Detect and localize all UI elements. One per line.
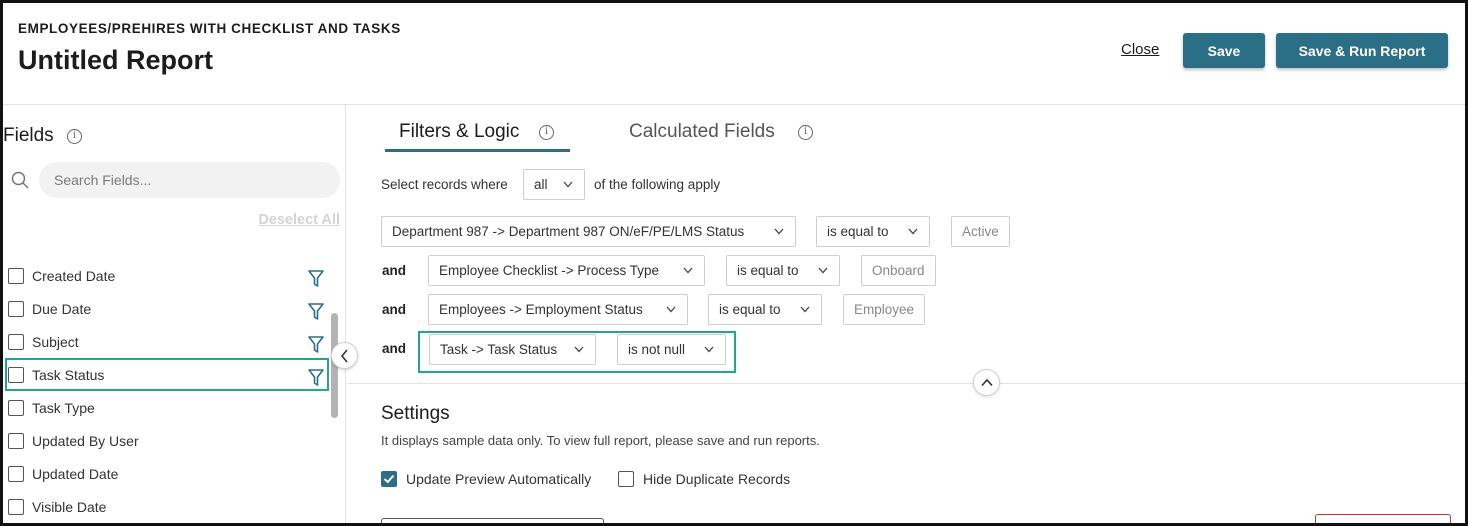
field-label: Task Type [32, 400, 95, 416]
info-icon[interactable]: i [539, 125, 554, 140]
hide-duplicates-checkbox[interactable] [618, 471, 634, 487]
filter-operator-value: is equal to [737, 263, 799, 278]
field-item-due-date[interactable]: Due Date [3, 293, 333, 326]
field-item-task-type[interactable]: Task Type [3, 392, 333, 425]
chevron-down-icon [774, 228, 784, 235]
field-checkbox[interactable] [8, 466, 24, 482]
fields-title: Fields [3, 125, 54, 146]
fields-panel: Fields i Deselect All Created Date Due D… [3, 105, 358, 523]
and-connector: and [382, 263, 407, 278]
tab-filters-logic[interactable]: Filters & Logic [399, 121, 519, 143]
field-label: Due Date [32, 301, 92, 317]
chevron-down-icon [574, 346, 584, 353]
filter-operator-value: is equal to [719, 302, 781, 317]
match-mode-select[interactable]: all [523, 169, 585, 200]
search-bar [3, 162, 340, 198]
report-builder-window: EMPLOYEES/PREHIRES WITH CHECKLIST AND TA… [0, 0, 1468, 526]
match-mode-value: all [534, 177, 548, 192]
field-label: Updated Date [32, 466, 119, 482]
action-button-partial[interactable] [1315, 514, 1451, 523]
chevron-down-icon [666, 306, 676, 313]
save-button[interactable]: Save [1183, 33, 1265, 68]
settings-title: Settings [381, 403, 450, 424]
chevron-down-icon [683, 267, 693, 274]
chevron-down-icon [800, 306, 810, 313]
filter-field-value: Department 987 -> Department 987 ON/eF/P… [392, 224, 745, 239]
info-icon[interactable]: i [67, 129, 82, 144]
filter-operator-select[interactable]: is not null [617, 334, 726, 365]
filter-icon[interactable] [308, 336, 324, 354]
chevron-up-icon [981, 378, 993, 387]
page-title[interactable]: Untitled Report [18, 45, 213, 76]
field-item-updated-by-user[interactable]: Updated By User [3, 425, 333, 458]
header-bar: EMPLOYEES/PREHIRES WITH CHECKLIST AND TA… [3, 3, 1465, 105]
field-item-subject[interactable]: Subject [3, 326, 333, 359]
filter-operator-select[interactable]: is equal to [816, 216, 930, 247]
field-label: Updated By User [32, 433, 139, 449]
settings-description: It displays sample data only. To view fu… [381, 433, 820, 448]
field-item-visible-date[interactable]: Visible Date [3, 491, 333, 523]
filter-icon[interactable] [308, 369, 324, 387]
field-item-created-date[interactable]: Created Date [3, 260, 333, 293]
filter-operator-value: is not null [628, 342, 686, 357]
deselect-all-link[interactable]: Deselect All [258, 212, 340, 228]
update-preview-label: Update Preview Automatically [406, 471, 592, 487]
close-link[interactable]: Close [1121, 41, 1159, 58]
filter-value-field[interactable]: Active [951, 216, 1010, 247]
collapse-filters-button[interactable] [973, 369, 1000, 396]
hide-duplicates-label: Hide Duplicate Records [643, 471, 791, 487]
search-icon [11, 171, 29, 189]
filter-field-value: Employees -> Employment Status [439, 302, 643, 317]
save-and-run-button[interactable]: Save & Run Report [1276, 33, 1448, 68]
filter-value-field[interactable]: Onboard [861, 255, 936, 286]
filter-value-field[interactable]: Employee [843, 294, 926, 325]
section-divider [347, 383, 1465, 384]
view-toggle-partial[interactable] [381, 518, 604, 523]
field-checkbox[interactable] [8, 334, 24, 350]
field-item-updated-date[interactable]: Updated Date [3, 458, 333, 491]
main-panel: Filters & Logic i Calculated Fields i Se… [347, 105, 1465, 523]
search-fields-input[interactable] [39, 162, 340, 198]
field-checkbox[interactable] [8, 367, 24, 383]
active-tab-indicator [385, 149, 570, 152]
filter-operator-select[interactable]: is equal to [726, 255, 840, 286]
filter-icon[interactable] [308, 270, 324, 288]
filter-field-value: Employee Checklist -> Process Type [439, 263, 659, 278]
filter-operator-select[interactable]: is equal to [708, 294, 822, 325]
field-label: Subject [32, 334, 79, 350]
chevron-down-icon [818, 267, 828, 274]
filter-field-value: Task -> Task Status [440, 342, 558, 357]
filter-field-select[interactable]: Task -> Task Status [429, 334, 596, 365]
filter-operator-value: is equal to [827, 224, 889, 239]
info-icon[interactable]: i [798, 125, 813, 140]
field-label: Task Status [32, 367, 105, 383]
chevron-down-icon [563, 181, 573, 188]
filter-field-select[interactable]: Employee Checklist -> Process Type [428, 255, 705, 286]
field-checkbox[interactable] [8, 400, 24, 416]
checkmark-icon [383, 474, 395, 484]
tab-calculated-fields[interactable]: Calculated Fields [629, 121, 775, 143]
update-preview-checkbox[interactable] [381, 471, 397, 487]
filter-field-select[interactable]: Department 987 -> Department 987 ON/eF/P… [381, 216, 796, 247]
chevron-down-icon [704, 346, 714, 353]
field-checkbox[interactable] [8, 301, 24, 317]
field-checkbox[interactable] [8, 499, 24, 515]
field-label: Created Date [32, 268, 116, 284]
field-checkbox[interactable] [8, 433, 24, 449]
filter-icon[interactable] [308, 303, 324, 321]
select-prefix-text: Select records where [381, 177, 508, 192]
select-suffix-text: of the following apply [594, 177, 721, 192]
field-label: Visible Date [32, 499, 107, 515]
field-item-task-status[interactable]: Task Status [3, 358, 333, 392]
chevron-down-icon [908, 228, 918, 235]
and-connector: and [382, 302, 407, 317]
and-connector: and [382, 341, 407, 356]
report-source-label: EMPLOYEES/PREHIRES WITH CHECKLIST AND TA… [18, 21, 401, 36]
field-checkbox[interactable] [8, 268, 24, 284]
field-list: Created Date Due Date Subject Task Statu… [3, 260, 333, 523]
filter-field-select[interactable]: Employees -> Employment Status [428, 294, 688, 325]
